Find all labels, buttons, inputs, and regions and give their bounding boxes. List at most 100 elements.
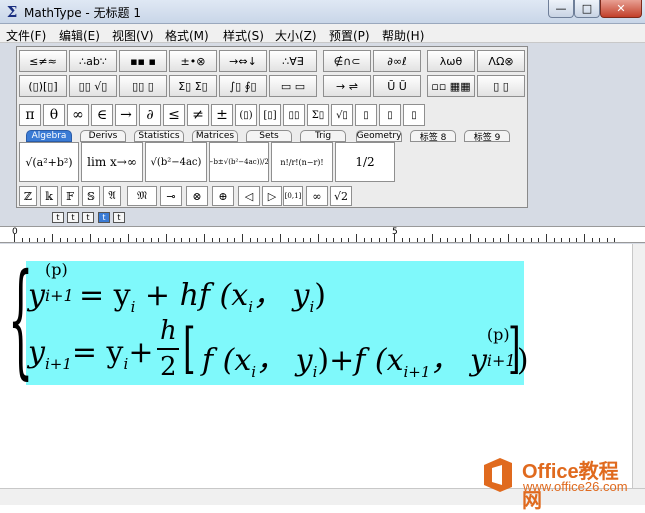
arrow-symbol-button[interactable]: → bbox=[115, 104, 137, 126]
equation-line-2[interactable]: yi+1= yi+ bbox=[28, 335, 153, 373]
equation-line-1[interactable]: y (p) i+1 = yi + hf (xi， yi) bbox=[28, 260, 326, 316]
infinity-symbol-button[interactable]: ∞ bbox=[67, 104, 89, 126]
tab-label-8[interactable]: 标签 8 bbox=[410, 130, 456, 142]
subscript-templates-button[interactable]: ▯▯ ▯ bbox=[119, 75, 167, 97]
watermark-url: www.office26.com bbox=[523, 479, 628, 494]
sum-template-button[interactable]: Σ▯ bbox=[307, 104, 329, 126]
tab-sets[interactable]: Sets bbox=[246, 130, 292, 142]
close-button[interactable]: ✕ bbox=[600, 0, 642, 18]
sqrt-template-button[interactable]: √▯ bbox=[331, 104, 353, 126]
less-equal-symbol-button[interactable]: ≤ bbox=[163, 104, 185, 126]
template-quadratic-formula[interactable]: (−b±√(b²−4ac))/2a bbox=[209, 142, 269, 182]
menu-view[interactable]: 视图(V) bbox=[112, 27, 154, 44]
menu-size[interactable]: 大小(Z) bbox=[275, 27, 317, 44]
title-bar: Σ MathType - 无标题 1 — □ ✕ bbox=[0, 0, 645, 24]
circled-times-symbol-button[interactable]: ⊗ bbox=[186, 186, 208, 206]
element-of-symbol-button[interactable]: ∈ bbox=[91, 104, 113, 126]
template-sqrt-discriminant[interactable]: √(b²−4ac) bbox=[145, 142, 207, 182]
logical-symbols-button[interactable]: ∴∀∃ bbox=[269, 50, 317, 72]
set-theory-symbols-button[interactable]: ∉∩⊂ bbox=[323, 50, 371, 72]
fraktur-a-symbol-button[interactable]: 𝔄 bbox=[103, 186, 121, 206]
field-k-symbol-button[interactable]: 𝕜 bbox=[40, 186, 58, 206]
menu-preferences[interactable]: 预置(P) bbox=[329, 27, 370, 44]
brackets-template-button[interactable]: [▯] bbox=[259, 104, 281, 126]
field-f-symbol-button[interactable]: 𝔽 bbox=[61, 186, 79, 206]
sqrt-two-button[interactable]: √2 bbox=[330, 186, 352, 206]
superscript-template-button[interactable]: ▯ bbox=[355, 104, 377, 126]
fence-templates-button[interactable]: (▯)[▯] bbox=[19, 75, 67, 97]
ruler-tick bbox=[325, 238, 327, 242]
menu-help[interactable]: 帮助(H) bbox=[382, 27, 424, 44]
parentheses-template-button[interactable]: (▯) bbox=[235, 104, 257, 126]
circled-plus-symbol-button[interactable]: ⊕ bbox=[212, 186, 234, 206]
box-templates-button[interactable]: ▯ ▯ bbox=[477, 75, 525, 97]
ruler-tick bbox=[21, 238, 23, 242]
menu-edit[interactable]: 编辑(E) bbox=[59, 27, 100, 44]
tab-geometry[interactable]: Geometry bbox=[356, 130, 402, 142]
size-sub-button[interactable]: t bbox=[67, 212, 79, 223]
menu-file[interactable]: 文件(F) bbox=[6, 27, 46, 44]
ruler-tick bbox=[264, 238, 266, 242]
tab-statistics[interactable]: Statistics bbox=[134, 130, 184, 142]
subscript-template-button[interactable]: ▯ bbox=[379, 104, 401, 126]
left-triangle-symbol-button[interactable]: ◁ bbox=[238, 186, 260, 206]
plus-minus-symbol-button[interactable]: ± bbox=[211, 104, 233, 126]
fraction-radical-templates-button[interactable]: ▯▯ √▯ bbox=[69, 75, 117, 97]
operator-symbols-button[interactable]: ±•⊗ bbox=[169, 50, 217, 72]
pi-symbol-button[interactable]: π bbox=[19, 104, 41, 126]
menu-format[interactable]: 格式(M) bbox=[165, 27, 209, 44]
tab-algebra[interactable]: Algebra bbox=[26, 130, 72, 142]
spaces-ellipses-button[interactable]: ∴ab∵ bbox=[69, 50, 117, 72]
multimap-symbol-button[interactable]: ⊸ bbox=[160, 186, 182, 206]
greek-lowercase-button[interactable]: λωθ bbox=[427, 50, 475, 72]
fraction-template-button[interactable]: ▯▯ bbox=[283, 104, 305, 126]
field-s-symbol-button[interactable]: 𝕊 bbox=[82, 186, 100, 206]
summation-templates-button[interactable]: Σ▯ Σ▯ bbox=[169, 75, 217, 97]
greek-uppercase-button[interactable]: ΛΩ⊗ bbox=[477, 50, 525, 72]
template-one-half[interactable]: 1/2 bbox=[335, 142, 395, 182]
integers-symbol-button[interactable]: ℤ bbox=[19, 186, 37, 206]
ruler-tick bbox=[105, 238, 107, 242]
partial-symbol-button[interactable]: ∂ bbox=[139, 104, 161, 126]
closed-interval-button[interactable]: [0,1] bbox=[283, 186, 303, 206]
misc-symbols-button[interactable]: ∂∞ℓ bbox=[373, 50, 421, 72]
theta-symbol-button[interactable]: θ bbox=[43, 104, 65, 126]
ruler-tick bbox=[538, 238, 540, 242]
tab-label-9[interactable]: 标签 9 bbox=[464, 130, 510, 142]
tab-derivs[interactable]: Derivs bbox=[80, 130, 126, 142]
size-full-button[interactable]: t bbox=[52, 212, 64, 223]
sub-sup-template-button[interactable]: ▯ bbox=[403, 104, 425, 126]
size-subsub-button[interactable]: t bbox=[82, 212, 94, 223]
ruler-tick bbox=[485, 238, 487, 242]
embellishments-button[interactable]: ▪▪ ▪ bbox=[119, 50, 167, 72]
ruler-tick bbox=[257, 238, 259, 242]
integral-templates-button[interactable]: ∫▯ ∮▯ bbox=[219, 75, 267, 97]
infinity-button[interactable]: ∞ bbox=[306, 186, 328, 206]
arrow-symbols-button[interactable]: →⇔↓ bbox=[219, 50, 267, 72]
minimize-button[interactable]: — bbox=[548, 0, 574, 18]
tab-matrices[interactable]: Matrices bbox=[192, 130, 238, 142]
ruler-tick bbox=[59, 238, 61, 242]
ruler-tick bbox=[386, 238, 388, 242]
labeled-arrow-templates-button[interactable]: → ⇌ bbox=[323, 75, 371, 97]
right-triangle-symbol-button[interactable]: ▷ bbox=[262, 186, 282, 206]
relational-symbols-button[interactable]: ≤≠≈ bbox=[19, 50, 67, 72]
not-equal-symbol-button[interactable]: ≠ bbox=[187, 104, 209, 126]
product-templates-button[interactable]: Ū Ũ bbox=[373, 75, 421, 97]
fraktur-m-symbol-button[interactable]: 𝔐 bbox=[127, 186, 157, 206]
tab-trig[interactable]: Trig bbox=[300, 130, 346, 142]
ruler-tick bbox=[128, 234, 129, 242]
overbar-templates-button[interactable]: ▭ ▭ bbox=[269, 75, 317, 97]
template-combination[interactable]: n!/r!(n−r)! bbox=[271, 142, 333, 182]
menu-style[interactable]: 样式(S) bbox=[223, 27, 264, 44]
template-sqrt-a2-b2[interactable]: √(a²+b²) bbox=[19, 142, 79, 182]
size-subsymbol-button[interactable]: t bbox=[113, 212, 125, 223]
ruler-tick bbox=[591, 238, 593, 242]
matrix-templates-button[interactable]: ▫▫ ▦▦ bbox=[427, 75, 475, 97]
maximize-button[interactable]: □ bbox=[574, 0, 600, 18]
vertical-scrollbar[interactable] bbox=[632, 244, 645, 488]
ruler-tick bbox=[29, 238, 31, 242]
mathtype-app-icon: Σ bbox=[6, 3, 18, 21]
size-symbol-button[interactable]: t bbox=[98, 212, 110, 223]
template-limit[interactable]: lim x→∞ bbox=[81, 142, 143, 182]
